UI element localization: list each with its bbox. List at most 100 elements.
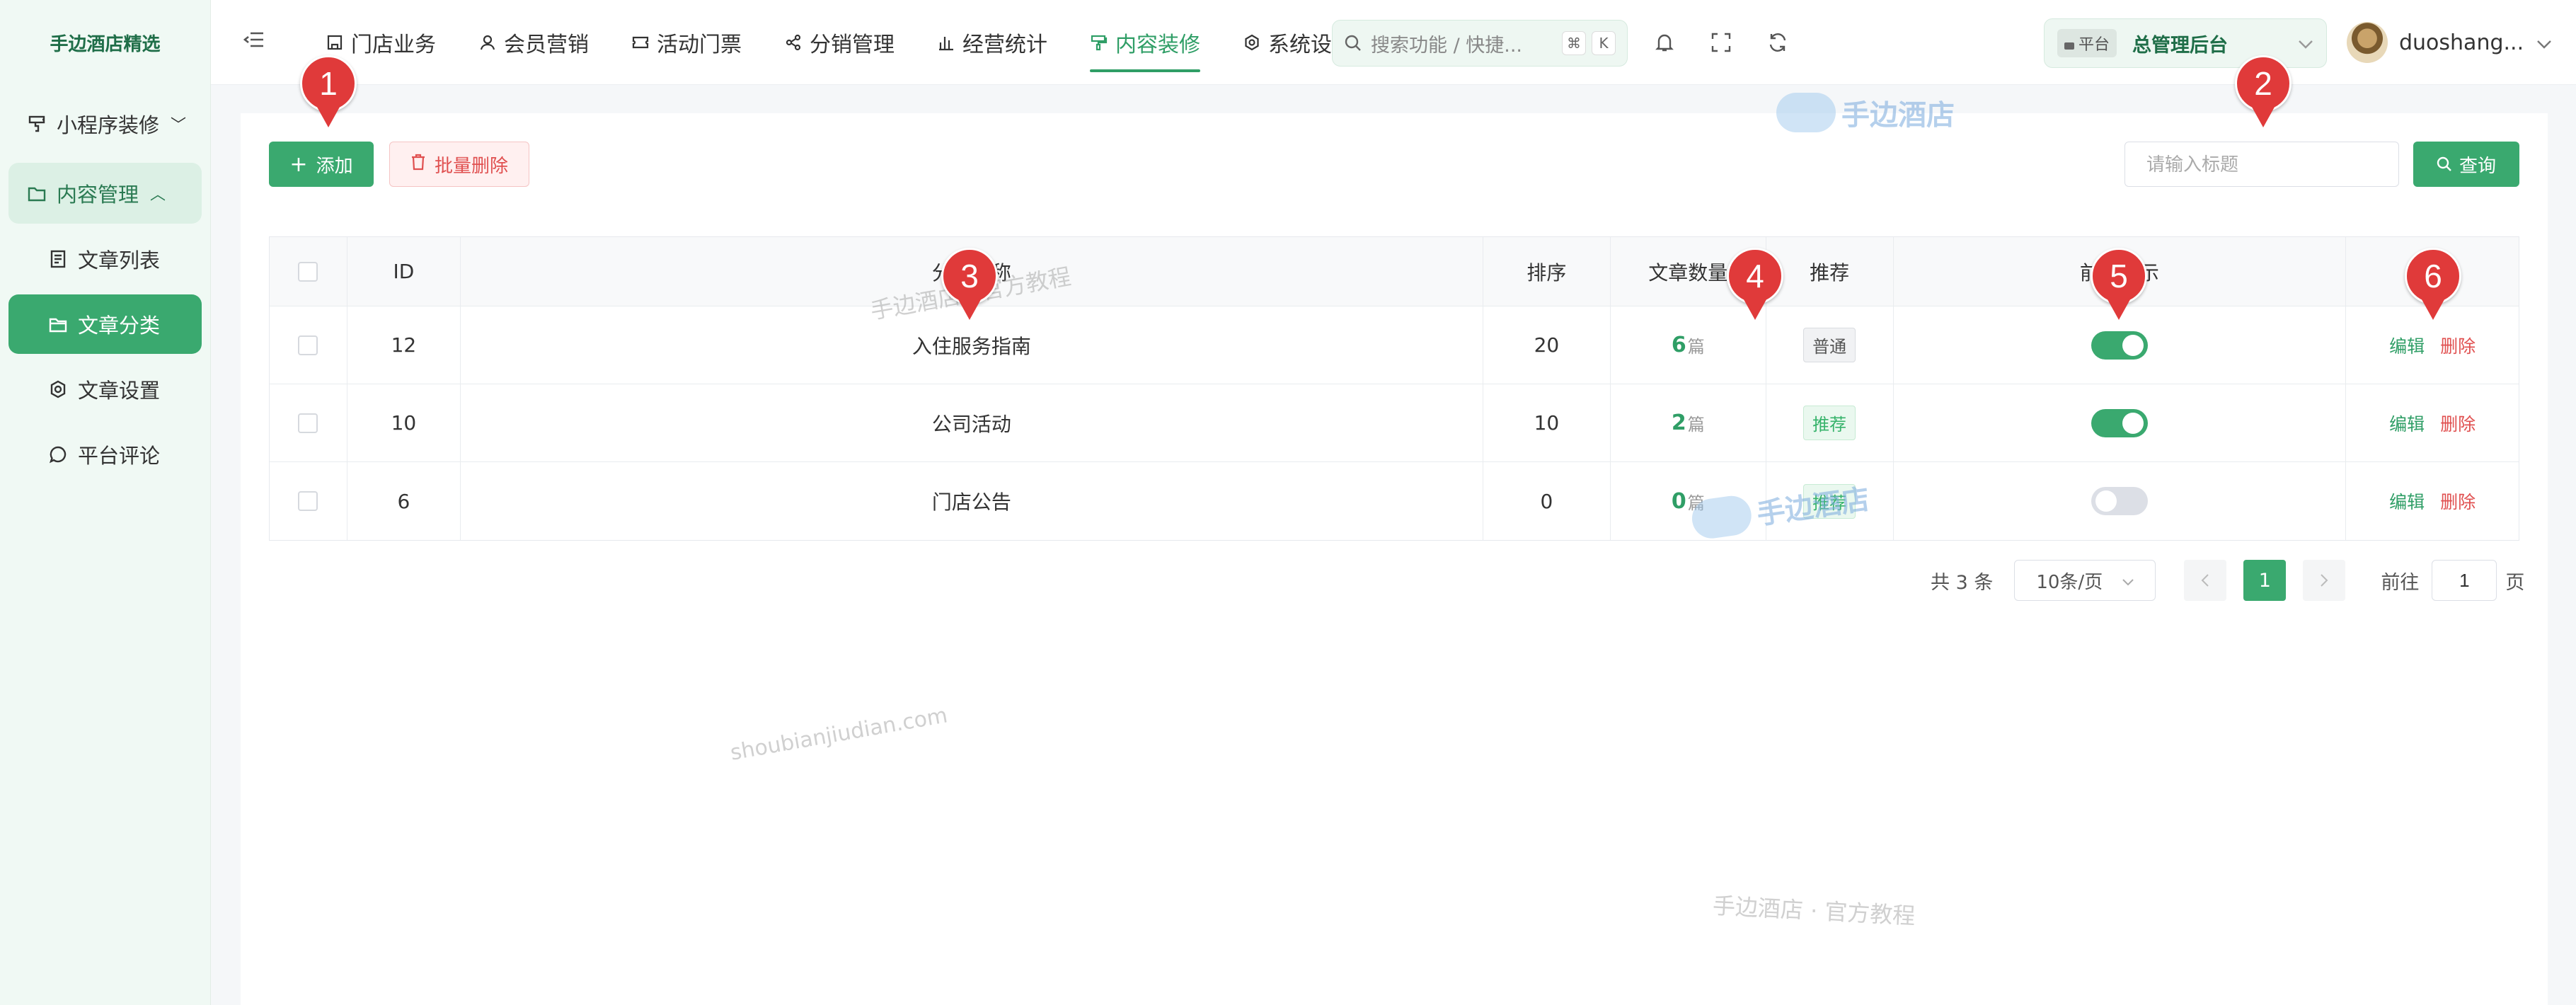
edit-button[interactable]: 编辑 (2389, 488, 2425, 514)
folder-icon (48, 314, 68, 334)
shortcut-key-cmd: ⌘ (1562, 31, 1586, 55)
table-header: ID 分类名称 排序 文章数量 推荐 前台显示 (270, 237, 2519, 306)
edit-button[interactable]: 编辑 (2389, 410, 2425, 436)
row-select-cell (270, 462, 347, 540)
delete-button[interactable]: 删除 (2440, 410, 2476, 436)
shortcut-keys: ⌘ K (1562, 31, 1616, 55)
delete-button[interactable]: 删除 (2440, 333, 2476, 358)
menu-business-stats[interactable]: 经营统计 (937, 0, 1047, 85)
query-button[interactable]: 查询 (2413, 142, 2519, 187)
marker-tip (955, 294, 984, 320)
row-checkbox[interactable] (298, 335, 318, 355)
marker-tip (2105, 294, 2133, 320)
sidebar-item-label: 文章分类 (78, 314, 161, 338)
page-number-current[interactable]: 1 (2243, 560, 2287, 601)
add-button-label: 添加 (316, 155, 353, 177)
row-sort: 10 (1483, 384, 1611, 461)
top-menu: 门店业务 会员营销 活动门票 分销管理 经营统计 内容装修 系统设置 (326, 0, 1396, 85)
row-actions: 编辑 删除 (2346, 384, 2519, 461)
row-id: 6 (347, 462, 461, 540)
sidebar-item-article-category[interactable]: 文章分类 (8, 294, 202, 354)
sidebar-group-content[interactable]: 内容管理 ︿ (8, 163, 202, 224)
menu-label: 分销管理 (810, 32, 895, 57)
marker-tip (1741, 294, 1769, 320)
prev-page-button[interactable] (2184, 560, 2227, 601)
menu-content-decoration[interactable]: 内容装修 (1090, 0, 1200, 85)
brush-icon (1090, 33, 1108, 52)
batch-delete-button[interactable]: 批量删除 (389, 142, 529, 187)
sidebar-item-label: 平台评论 (78, 444, 161, 468)
edit-button[interactable]: 编辑 (2389, 333, 2425, 358)
menu-distribution[interactable]: 分销管理 (784, 0, 895, 85)
row-actions: 编辑 删除 (2346, 462, 2519, 540)
annotation-marker: 3 (941, 248, 998, 326)
annotation-marker: 5 (2091, 248, 2147, 326)
cloud-logo-icon (1776, 93, 1836, 132)
bell-icon[interactable] (1650, 28, 1679, 57)
total-count: 共 3 条 (1931, 571, 1994, 594)
batch-delete-label: 批量删除 (434, 155, 508, 177)
row-sort: 0 (1483, 462, 1611, 540)
visible-toggle[interactable] (2091, 408, 2148, 437)
bar-chart-icon (937, 33, 955, 52)
menu-member-marketing[interactable]: 会员营销 (478, 0, 589, 85)
category-table: ID 分类名称 排序 文章数量 推荐 前台显示 12 入住服务指南 20 6篇 … (269, 236, 2519, 541)
row-name: 公司活动 (461, 384, 1483, 461)
row-visible (1894, 384, 2347, 461)
menu-label: 活动门票 (657, 32, 742, 57)
select-all-checkbox[interactable] (298, 261, 318, 282)
sidebar-item-article-list[interactable]: 文章列表 (8, 229, 202, 289)
platform-tag-label: 平台 (2078, 36, 2110, 54)
row-checkbox[interactable] (298, 413, 318, 433)
watermark-brand: 手边酒店 (1841, 99, 1955, 132)
recommend-badge: 普通 (1803, 328, 1856, 362)
sidebar-item-platform-comments[interactable]: 平台评论 (8, 425, 202, 484)
fullscreen-icon[interactable] (1707, 28, 1735, 57)
annotation-marker: 1 (300, 55, 357, 133)
row-id: 10 (347, 384, 461, 461)
table-row: 10 公司活动 10 2篇 推荐 编辑 删除 (270, 384, 2519, 462)
recommend-badge: 推荐 (1803, 406, 1856, 440)
goto-page-input[interactable] (2432, 560, 2497, 601)
delete-button[interactable]: 删除 (2440, 488, 2476, 514)
collapse-sidebar-icon[interactable] (243, 30, 286, 54)
annotation-marker: 4 (1727, 248, 1783, 326)
marker-tip (314, 102, 343, 127)
row-name: 门店公告 (461, 462, 1483, 540)
chevron-down-icon (2122, 570, 2134, 591)
title-search-input[interactable] (2124, 142, 2399, 187)
sidebar-group-mini-program[interactable]: 小程序装修 ﹀ (8, 93, 202, 154)
pagination: 共 3 条 10条/页 1 前往 页 (1931, 559, 2524, 602)
app-logo: 手边酒店精选 (50, 33, 161, 55)
column-header-sort: 排序 (1483, 237, 1611, 306)
watermark-logo: 手边酒店 (1776, 92, 1955, 133)
search-icon (1345, 35, 1361, 51)
toggle-knob (2122, 412, 2144, 434)
ticket-icon (631, 33, 650, 52)
shortcut-key-k: K (1592, 31, 1616, 55)
search-placeholder: 搜索功能 / 快捷... (1371, 34, 1523, 57)
row-count: 2篇 (1611, 384, 1766, 461)
user-menu[interactable]: duoshang... (2347, 20, 2552, 65)
share-icon (784, 33, 803, 52)
sidebar-item-article-settings[interactable]: 文章设置 (8, 360, 202, 419)
refresh-icon[interactable] (1764, 28, 1792, 57)
article-count: 0 (1671, 488, 1686, 514)
article-count-unit: 篇 (1687, 415, 1705, 435)
chevron-down-icon (2298, 33, 2313, 54)
row-select-cell (270, 306, 347, 384)
add-button[interactable]: + 添加 (269, 142, 374, 187)
goto-suffix: 页 (2505, 571, 2525, 594)
page-size-select[interactable]: 10条/页 (2014, 560, 2156, 601)
gear-icon (1243, 33, 1261, 52)
comment-icon (48, 444, 68, 464)
sidebar-group-label: 小程序装修 (57, 113, 160, 137)
annotation-marker: 6 (2405, 248, 2461, 326)
menu-event-tickets[interactable]: 活动门票 (631, 0, 742, 85)
row-select-cell (270, 384, 347, 461)
visible-toggle[interactable] (2091, 331, 2148, 360)
row-checkbox[interactable] (298, 491, 318, 511)
global-search-input[interactable]: 搜索功能 / 快捷... ⌘ K (1332, 20, 1628, 67)
next-page-button[interactable] (2303, 560, 2346, 601)
visible-toggle[interactable] (2091, 487, 2148, 515)
